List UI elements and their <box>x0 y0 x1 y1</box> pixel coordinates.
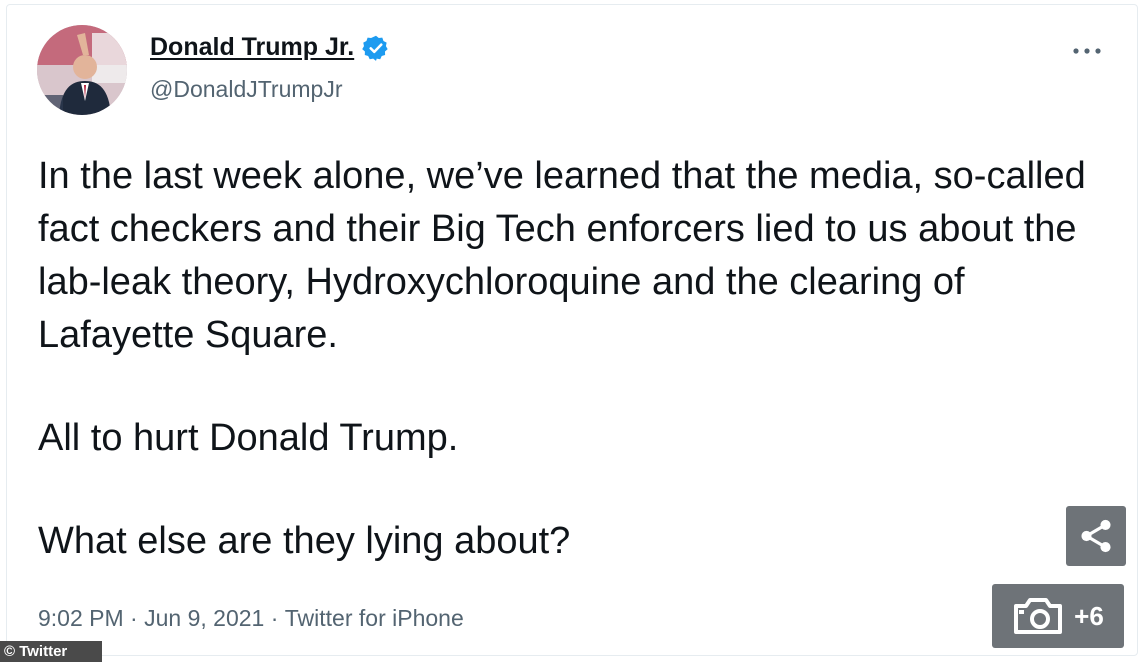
tweet-paragraph: What else are they lying about? <box>38 520 571 562</box>
tweet-meta: 9:02 PM · Jun 9, 2021 · Twitter for iPho… <box>38 605 464 632</box>
avatar[interactable] <box>37 25 127 115</box>
tweet-source[interactable]: Twitter for iPhone <box>285 605 464 632</box>
tweet-paragraph: In the last week alone, we’ve learned th… <box>38 155 1086 356</box>
gallery-button[interactable]: +6 <box>992 584 1124 648</box>
author-row: Donald Trump Jr. <box>150 33 390 62</box>
tweet-date[interactable]: Jun 9, 2021 <box>144 605 264 632</box>
meta-separator: · <box>264 605 285 631</box>
gallery-count: +6 <box>1074 600 1104 631</box>
camera-icon <box>1014 598 1063 634</box>
meta-separator: · <box>123 605 145 631</box>
tweet-text: In the last week alone, we’ve learned th… <box>38 150 1118 568</box>
author-name[interactable]: Donald Trump Jr. <box>150 33 354 62</box>
tweet-time[interactable]: 9:02 PM <box>38 605 124 632</box>
avatar-image <box>37 25 127 115</box>
tweet-paragraph: All to hurt Donald Trump. <box>38 417 459 459</box>
image-credit: © Twitter <box>0 641 102 662</box>
author-handle[interactable]: @DonaldJTrumpJr <box>150 76 343 103</box>
verified-badge-icon <box>362 35 388 61</box>
share-icon <box>1081 519 1111 553</box>
more-horizontal-icon[interactable] <box>1072 36 1102 60</box>
share-button[interactable] <box>1066 506 1126 566</box>
